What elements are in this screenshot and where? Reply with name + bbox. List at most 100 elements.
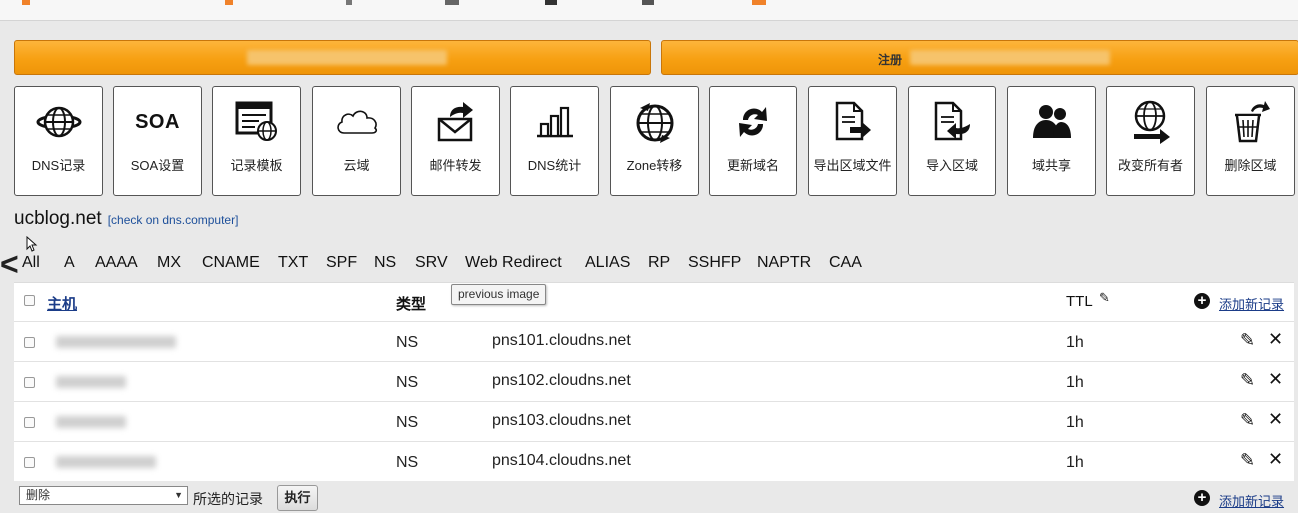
delete-icon[interactable]: ✕ xyxy=(1268,449,1283,470)
table-row: NS pns103.cloudns.net 1h ✎ ✕ xyxy=(14,401,1294,442)
tool-renew-domain[interactable]: 更新域名 xyxy=(709,86,797,196)
tool-zone-transfer[interactable]: Zone转移 xyxy=(610,86,699,196)
tool-import-zone[interactable]: 导入区域 xyxy=(908,86,996,196)
selected-records-label: 所选的记录 xyxy=(193,491,263,507)
refresh-icon xyxy=(710,101,796,143)
pencil-icon[interactable]: ✎ xyxy=(1240,450,1255,471)
tool-label: 删除区域 xyxy=(1224,158,1277,173)
tab-rp[interactable]: RP xyxy=(648,254,670,272)
redacted-text xyxy=(910,50,1110,65)
check-dns-link[interactable]: [check on dns.computer] xyxy=(108,213,239,227)
row-checkbox[interactable] xyxy=(24,457,35,468)
tool-delete-zone[interactable]: 删除区域 xyxy=(1206,86,1295,196)
bar-chart-icon xyxy=(511,101,598,143)
globe-icon xyxy=(15,101,102,143)
tab-txt[interactable]: TXT xyxy=(278,254,308,272)
tool-domain-share[interactable]: 域共享 xyxy=(1007,86,1096,196)
tooltip: previous image xyxy=(451,284,547,305)
tool-mail-forward[interactable]: 邮件转发 xyxy=(411,86,500,196)
tab-cname[interactable]: CNAME xyxy=(202,254,260,272)
execute-button[interactable]: 执行 xyxy=(277,485,318,511)
add-record-icon[interactable]: + xyxy=(1194,490,1210,506)
table-row: NS pns102.cloudns.net 1h ✎ ✕ xyxy=(14,361,1294,402)
tool-dns-stats[interactable]: DNS统计 xyxy=(510,86,599,196)
globe-transfer-icon xyxy=(611,101,698,143)
redacted-host xyxy=(56,416,126,428)
tool-label: 邮件转发 xyxy=(429,158,482,173)
host-column-header[interactable]: 主机 xyxy=(47,293,77,314)
soa-text-icon: SOA xyxy=(135,110,180,133)
pencil-icon[interactable]: ✎ xyxy=(1240,330,1255,351)
trash-icon xyxy=(1207,101,1294,143)
tool-cloud-domain[interactable]: 云域 xyxy=(312,86,401,196)
register-bar[interactable]: 注册 xyxy=(661,40,1298,75)
action-bar-left[interactable] xyxy=(14,40,651,75)
tool-label: 导出区域文件 xyxy=(813,158,892,173)
type-column-header: 类型 xyxy=(396,296,427,313)
tool-record-templates[interactable]: 记录模板 xyxy=(212,86,301,196)
domain-title: ucblog.net [check on dns.computer] xyxy=(14,208,238,230)
record-ttl: 1h xyxy=(1066,414,1084,431)
add-record-icon[interactable]: + xyxy=(1194,293,1210,309)
tab-naptr[interactable]: NAPTR xyxy=(757,254,811,272)
tab-sshfp[interactable]: SSHFP xyxy=(688,254,741,272)
tab-mx[interactable]: MX xyxy=(157,254,181,272)
nav-icon[interactable] xyxy=(22,0,30,5)
domain-name: ucblog.net xyxy=(14,208,102,229)
record-ttl: 1h xyxy=(1066,454,1084,471)
pencil-icon[interactable]: ✎ xyxy=(1240,410,1255,431)
nav-icon[interactable] xyxy=(225,0,233,5)
nav-icon[interactable] xyxy=(545,0,557,5)
nav-icon[interactable] xyxy=(642,0,654,5)
tab-srv[interactable]: SRV xyxy=(415,254,448,272)
ttl-column-header: TTL xyxy=(1066,293,1093,310)
redacted-host xyxy=(56,336,176,348)
bulk-action-select[interactable]: 删除 ▼ xyxy=(19,486,188,505)
tab-caa[interactable]: CAA xyxy=(829,254,862,272)
tool-label: 域共享 xyxy=(1031,158,1071,173)
delete-icon[interactable]: ✕ xyxy=(1268,369,1283,390)
add-record-link-bottom[interactable]: 添加新记录 xyxy=(1219,491,1284,510)
tool-label: SOA设置 xyxy=(130,158,185,173)
add-record-link[interactable]: 添加新记录 xyxy=(1219,294,1284,313)
row-checkbox[interactable] xyxy=(24,337,35,348)
redacted-host xyxy=(56,456,156,468)
row-checkbox[interactable] xyxy=(24,377,35,388)
cloud-icon xyxy=(313,101,400,143)
redacted-text xyxy=(247,50,447,65)
tab-alias[interactable]: ALIAS xyxy=(585,254,630,272)
tab-ns[interactable]: NS xyxy=(374,254,396,272)
tab-spf[interactable]: SPF xyxy=(326,254,357,272)
tool-label: Zone转移 xyxy=(626,158,683,173)
nav-icon[interactable] xyxy=(445,0,459,5)
table-row: NS pns104.cloudns.net 1h ✎ ✕ xyxy=(14,441,1294,482)
record-value: pns101.cloudns.net xyxy=(492,332,631,349)
previous-image-button[interactable]: < xyxy=(0,248,19,280)
records-table: 主机 类型 TTL ✎ + 添加新记录 NS pns101.cloudns.ne… xyxy=(14,282,1294,481)
delete-icon[interactable]: ✕ xyxy=(1268,409,1283,430)
pencil-icon[interactable]: ✎ xyxy=(1240,370,1255,391)
tool-export-zone[interactable]: 导出区域文件 xyxy=(808,86,897,196)
edit-ttl-icon[interactable]: ✎ xyxy=(1099,290,1110,306)
tab-aaaa[interactable]: AAAA xyxy=(95,254,138,272)
table-row: NS pns101.cloudns.net 1h ✎ ✕ xyxy=(14,321,1294,362)
tab-a[interactable]: A xyxy=(64,254,75,272)
nav-icon[interactable] xyxy=(752,0,766,5)
tool-label: DNS记录 xyxy=(31,158,86,173)
row-checkbox[interactable] xyxy=(24,417,35,428)
tool-change-owner[interactable]: 改变所有者 xyxy=(1106,86,1195,196)
record-ttl: 1h xyxy=(1066,334,1084,351)
users-icon xyxy=(1008,101,1095,143)
select-all-checkbox[interactable] xyxy=(24,295,35,306)
tab-web-redirect[interactable]: Web Redirect xyxy=(465,254,562,272)
tool-soa-settings[interactable]: SOA SOA设置 xyxy=(113,86,202,196)
tool-label: 导入区域 xyxy=(925,158,978,173)
tool-dns-records[interactable]: DNS记录 xyxy=(14,86,103,196)
tool-label: DNS统计 xyxy=(527,158,582,173)
tab-all[interactable]: All xyxy=(22,254,40,272)
record-type: NS xyxy=(396,454,419,471)
delete-icon[interactable]: ✕ xyxy=(1268,329,1283,350)
record-ttl: 1h xyxy=(1066,374,1084,391)
record-value: pns103.cloudns.net xyxy=(492,412,631,429)
nav-icon[interactable] xyxy=(346,0,352,5)
